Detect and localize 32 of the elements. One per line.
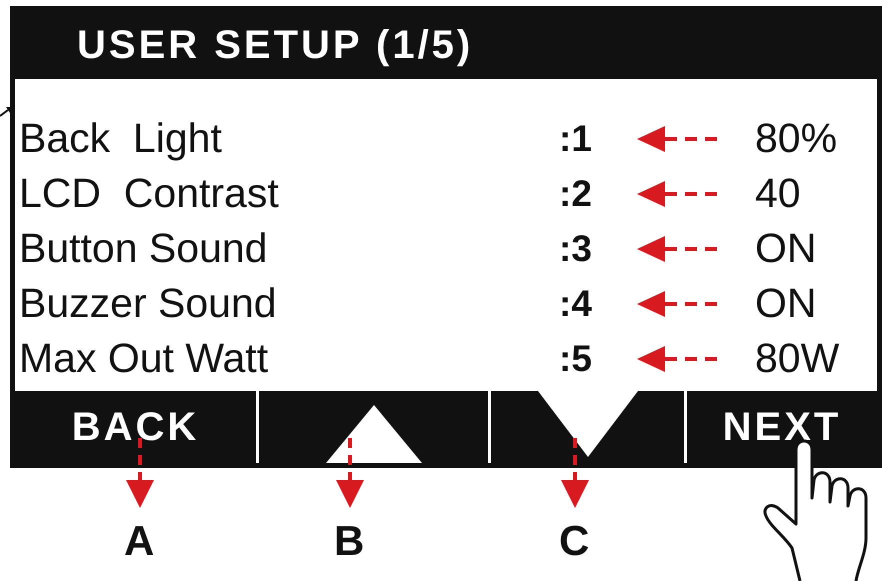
callout-letter: B	[334, 520, 364, 562]
setting-value: ON	[755, 228, 816, 269]
setting-value: 80%	[755, 118, 838, 159]
setting-value: 80W	[755, 338, 840, 379]
setting-number: :5	[559, 340, 593, 377]
down-button[interactable]	[538, 391, 638, 457]
down-triangle-icon	[538, 391, 638, 457]
next-button[interactable]: NEXT	[722, 397, 842, 457]
arrow-icon	[637, 346, 717, 372]
setting-value: ON	[755, 283, 816, 324]
setting-value: 40	[755, 173, 801, 214]
callout-arrow	[561, 438, 589, 508]
setting-label: Button Sound	[19, 228, 268, 269]
setting-label: Max Out Watt	[19, 338, 270, 379]
callout-letter: A	[124, 520, 154, 562]
back-button[interactable]: BACK	[72, 397, 200, 457]
setting-label: LCD Contrast	[19, 173, 280, 214]
screen-title: USER SETUP (1/5)	[77, 22, 474, 69]
setting-label: Back Light	[19, 118, 223, 159]
up-triangle-icon	[326, 405, 422, 463]
setting-number: :1	[559, 120, 593, 157]
setting-number: :4	[559, 285, 593, 322]
setting-label: Buzzer Sound	[19, 283, 278, 324]
callout-letter: C	[559, 520, 590, 562]
arrow-icon	[637, 236, 717, 262]
arrow-icon	[637, 290, 717, 316]
arrow-icon	[637, 126, 717, 152]
setting-number: :2	[559, 175, 593, 212]
setting-number: :3	[559, 230, 593, 267]
up-button[interactable]	[326, 405, 422, 463]
arrow-icon	[637, 180, 717, 206]
callout-arrow	[336, 438, 364, 508]
